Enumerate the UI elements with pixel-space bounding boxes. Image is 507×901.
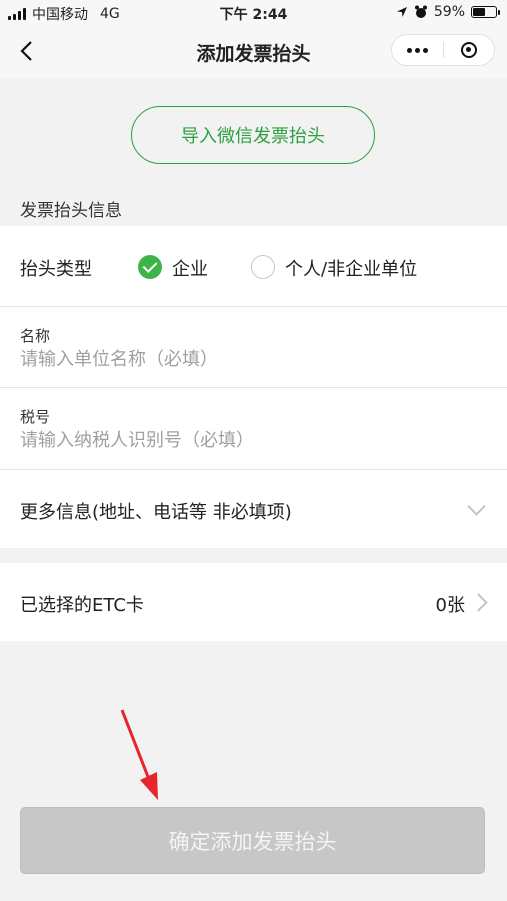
- alarm-icon: [414, 5, 427, 18]
- radio-individual-label[interactable]: 个人/非企业单位: [285, 255, 417, 281]
- radio-enterprise-label[interactable]: 企业: [172, 255, 208, 281]
- battery-icon: [471, 6, 500, 18]
- radio-enterprise-checked-icon[interactable]: [138, 255, 162, 279]
- mini-program-capsule: [391, 34, 495, 66]
- divider: [0, 306, 507, 307]
- more-menu-button[interactable]: [392, 35, 443, 65]
- location-arrow-icon: [396, 7, 407, 17]
- name-field-label: 名称: [20, 327, 51, 345]
- section-label: 发票抬头信息: [20, 201, 122, 221]
- dot: [415, 47, 420, 53]
- tax-id-input[interactable]: [20, 427, 460, 453]
- nav-bar: 添加发票抬头: [0, 26, 507, 78]
- name-input[interactable]: [20, 346, 460, 372]
- target-close-icon: [461, 42, 477, 58]
- etc-count[interactable]: 0张: [436, 591, 465, 617]
- etc-label[interactable]: 已选择的ETC卡: [20, 591, 144, 617]
- more-info-toggle[interactable]: 更多信息(地址、电话等 非必填项): [20, 498, 292, 524]
- divider: [0, 387, 507, 388]
- battery-fill: [473, 8, 485, 16]
- divider: [0, 469, 507, 470]
- status-right: 59%: [396, 4, 500, 20]
- dot: [423, 47, 428, 53]
- status-bar: 中国移动 4G 下午 2:44 59%: [0, 0, 507, 26]
- header-type-label: 抬头类型: [20, 259, 92, 280]
- import-wechat-invoice-button[interactable]: 导入微信发票抬头: [131, 106, 375, 164]
- annotation-arrow-icon: [120, 709, 158, 800]
- dot: [407, 47, 412, 53]
- confirm-add-invoice-button[interactable]: 确定添加发票抬头: [20, 807, 485, 874]
- tax-id-field-label: 税号: [20, 408, 51, 426]
- battery-percent: 59%: [433, 4, 465, 20]
- radio-individual-icon[interactable]: [251, 255, 275, 279]
- close-mini-program-button[interactable]: [444, 35, 494, 65]
